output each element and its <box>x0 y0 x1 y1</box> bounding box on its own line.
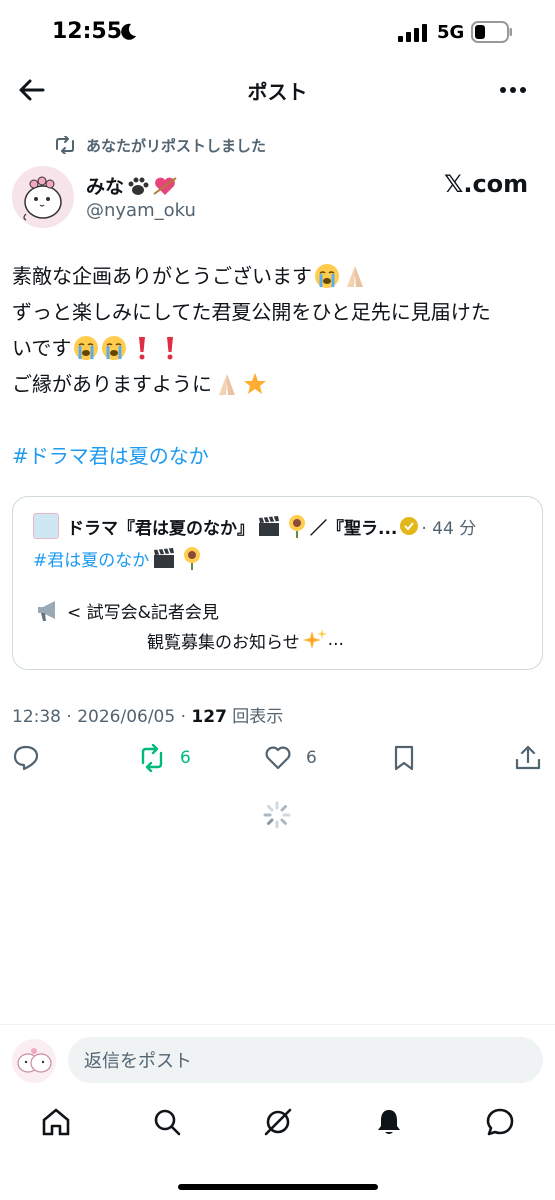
bookmark-button[interactable] <box>390 744 418 772</box>
grok-icon[interactable] <box>262 1106 294 1138</box>
cat-drawing-icon <box>23 176 62 221</box>
quoted-text: < 試写会&記者会見 <box>67 602 219 623</box>
share-button[interactable] <box>514 744 542 772</box>
repost-button[interactable]: 6 <box>138 744 191 772</box>
like-count: 6 <box>306 748 317 768</box>
network-type: 5G <box>437 22 465 43</box>
reply-composer: 返信をポスト <box>0 1024 555 1096</box>
quoted-tweet[interactable]: ドラマ『君は夏のなか』 ／『聖ラ... · 44 分 #君は夏のなか < 試写会… <box>12 496 543 670</box>
reply-input[interactable]: 返信をポスト <box>68 1037 543 1083</box>
praying-hands-icon <box>219 374 235 395</box>
praying-hands-icon <box>347 266 363 287</box>
notifications-icon[interactable] <box>373 1106 405 1138</box>
repost-indicator: あなたがリポストしました <box>54 134 266 156</box>
quoted-hashtag[interactable]: #君は夏のなか <box>33 546 149 571</box>
tweet-meta: 12:38 · 2026/06/05 · 127 回表示 <box>12 702 283 727</box>
moon-icon <box>121 23 136 40</box>
user-avatar[interactable] <box>12 1039 56 1083</box>
crying-face-icon <box>315 264 339 288</box>
crying-face-icon <box>74 336 99 360</box>
reply-button[interactable] <box>12 744 40 772</box>
author-handle[interactable]: @nyam_oku <box>86 200 196 221</box>
clapper-board-icon <box>154 548 175 568</box>
clapper-board-icon <box>259 516 279 536</box>
tweet-timestamp: 12:38 · 2026/06/05 · <box>12 707 192 727</box>
exclamation-icon <box>139 337 146 360</box>
megaphone-icon <box>38 601 55 621</box>
sunflower-icon <box>184 547 201 570</box>
tweet-line-text: いです <box>12 336 72 360</box>
repost-count: 6 <box>180 748 191 768</box>
quoted-hashtag-row: #君は夏のなか <box>33 545 205 571</box>
home-indicator <box>178 1184 378 1190</box>
like-button[interactable]: 6 <box>264 744 317 772</box>
source-label: 𝕏.com <box>444 170 529 198</box>
sunflower-icon <box>289 515 305 538</box>
tweet-line-text: ずっと楽しみにしてた君夏公開をひと足先に見届けた <box>12 300 491 324</box>
search-icon[interactable] <box>151 1106 183 1138</box>
tweet-line: ずっと楽しみにしてた君夏公開をひと足先に見届けた <box>12 294 547 330</box>
status-time: 12:55 <box>52 19 123 44</box>
signal-icon <box>398 24 427 42</box>
exclamation-icon <box>167 337 174 360</box>
quoted-author-name: ドラマ『君は夏のなか』 <box>67 518 254 539</box>
view-count[interactable]: 127 <box>191 707 227 727</box>
quoted-text-line: < 試写会&記者会見 <box>33 597 219 623</box>
author-name: みな <box>86 176 125 198</box>
page-title: ポスト <box>247 80 308 104</box>
tweet-line: ご縁がありますように <box>12 366 547 402</box>
sparkles-icon <box>302 629 327 649</box>
view-label: 回表示 <box>226 707 284 727</box>
tweet-text: 素敵な企画ありがとうございます ずっと楽しみにしてた君夏公開をひと足先に見届けた… <box>12 258 547 474</box>
tweet-line: いです <box>12 330 547 366</box>
more-icon[interactable] <box>498 78 528 102</box>
quoted-avatar <box>33 513 59 539</box>
tweet-line-text: ご縁がありますように <box>12 372 212 396</box>
nav-bar: ポスト <box>0 66 555 114</box>
user-avatar-drawing-icon <box>17 1048 52 1073</box>
battery-icon <box>471 21 512 43</box>
hashtag-link[interactable]: #ドラマ君は夏のなか <box>12 438 209 474</box>
quoted-time: · 44 分 <box>421 518 477 539</box>
repost-icon <box>141 744 163 772</box>
home-icon[interactable] <box>40 1106 72 1138</box>
heart-icon <box>265 746 291 770</box>
share-icon <box>515 745 541 770</box>
tweet-line-text: 素敵な企画ありがとうございます <box>12 264 312 288</box>
repost-label: あなたがリポストしました <box>86 136 267 155</box>
tab-bar <box>0 1100 555 1150</box>
tweet-line: #ドラマ君は夏のなか <box>12 438 547 474</box>
paw-icon <box>128 177 149 195</box>
author-name-row[interactable]: みな <box>86 172 178 199</box>
reply-icon <box>13 745 39 771</box>
quoted-text: 観覧募集のお知らせ <box>147 632 300 653</box>
bookmark-icon <box>394 745 414 771</box>
tweet-actions: 6 6 <box>0 740 555 780</box>
crying-face-icon <box>102 336 127 360</box>
heart-arrow-icon <box>153 176 177 195</box>
messages-icon[interactable] <box>484 1106 516 1138</box>
glowing-star-icon <box>244 373 266 394</box>
author-avatar[interactable] <box>12 166 74 228</box>
quoted-author-name-suffix: ／『聖ラ... <box>310 518 398 539</box>
quoted-text-ellipsis: ... <box>327 630 344 650</box>
status-bar: 12:55 5G <box>0 0 555 66</box>
quoted-author-row: ドラマ『君は夏のなか』 ／『聖ラ... · 44 分 <box>33 513 476 539</box>
verified-badge-icon <box>400 517 419 535</box>
quoted-text-line: 観覧募集のお知らせ ... <box>147 627 344 653</box>
tweet-line: 素敵な企画ありがとうございます <box>12 258 547 294</box>
reply-placeholder: 返信をポスト <box>84 1051 192 1072</box>
repost-icon <box>56 136 74 154</box>
loading-spinner-icon <box>263 801 291 829</box>
